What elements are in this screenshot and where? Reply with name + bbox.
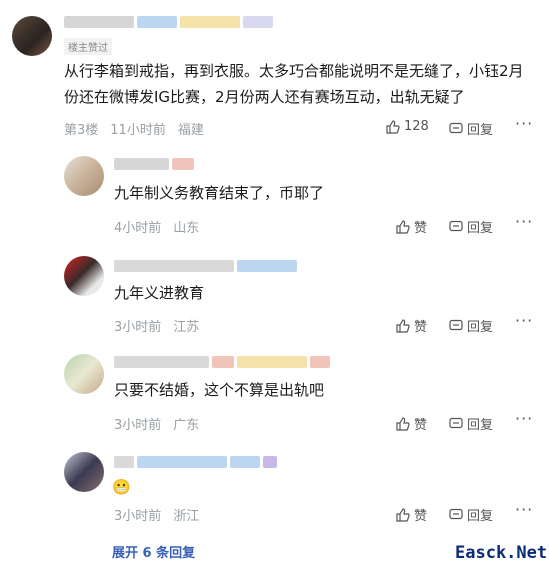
thumbs-up-icon — [396, 318, 410, 333]
reply-meta: 3小时前 江苏 — [114, 316, 199, 335]
username-main[interactable] — [64, 16, 273, 28]
expand-replies-link[interactable]: 展开 6 条回复 — [112, 542, 195, 561]
comment-text-main: 从行李箱到戒指，再到衣服。太多巧合都能说明不是无缝了，小钰2月 份还在微博发IG… — [64, 58, 544, 110]
reply-icon — [449, 417, 463, 431]
reply-meta: 3小时前 广东 — [114, 414, 199, 433]
reply-button[interactable]: 回复 — [449, 505, 493, 524]
floor-number: 第3楼 — [64, 123, 99, 138]
time: 3小时前 — [114, 509, 162, 524]
time: 4小时前 — [114, 221, 162, 236]
reply-meta: 3小时前 浙江 — [114, 505, 199, 524]
thumbs-up-icon — [396, 219, 410, 234]
like-count: 128 — [404, 119, 429, 134]
like-button[interactable]: 赞 — [396, 316, 427, 335]
thumbs-up-icon — [386, 119, 400, 134]
like-button[interactable]: 赞 — [396, 217, 427, 236]
author-liked-badge: 楼主赞过 — [64, 38, 112, 55]
location: 福建 — [177, 123, 204, 138]
more-icon[interactable]: ··· — [515, 114, 533, 133]
thumbs-up-icon — [396, 507, 410, 522]
like-label: 赞 — [414, 221, 428, 236]
reply-icon — [449, 508, 463, 522]
avatar-reply[interactable] — [64, 354, 104, 394]
reply-text: 九年制义务教育结束了，币耶了 — [114, 184, 325, 202]
reply-meta: 4小时前 山东 — [114, 217, 199, 236]
thumbs-up-icon — [396, 416, 410, 431]
like-label: 赞 — [414, 509, 428, 524]
comment-meta-main: 第3楼 11小时前 福建 — [64, 119, 204, 138]
reply-label: 回复 — [467, 221, 494, 236]
comment-text-line: 从行李箱到戒指，再到衣服。太多巧合都能说明不是无缝了，小钰2月 — [64, 62, 524, 80]
reply-icon — [449, 220, 463, 234]
time: 3小时前 — [114, 418, 162, 433]
like-button[interactable]: 赞 — [396, 505, 427, 524]
reply-button[interactable]: 回复 — [449, 217, 493, 236]
avatar-reply[interactable] — [64, 256, 104, 296]
reply-label: 回复 — [467, 123, 494, 138]
more-icon[interactable]: ··· — [515, 500, 533, 519]
reply-text: 只要不结婚，这个不算是出轨吧 — [114, 381, 325, 399]
reply-button[interactable]: 回复 — [449, 119, 493, 138]
username-reply[interactable] — [114, 260, 297, 272]
avatar-main[interactable] — [12, 16, 52, 56]
reply-label: 回复 — [467, 418, 494, 433]
reply-label: 回复 — [467, 320, 494, 335]
reply-icon — [449, 122, 463, 136]
comment-text-line: 份还在微博发IG比赛，2月份两人还有赛场互动，出轨无疑了 — [64, 88, 465, 106]
location: 广东 — [173, 418, 200, 433]
more-icon[interactable]: ··· — [515, 311, 533, 330]
location: 浙江 — [173, 509, 200, 524]
avatar-reply[interactable] — [64, 452, 104, 492]
reply-text: 😬 — [112, 478, 131, 496]
username-reply[interactable] — [114, 456, 277, 468]
reply-icon — [449, 319, 463, 333]
reply-button[interactable]: 回复 — [449, 414, 493, 433]
reply-text: 九年义进教育 — [114, 284, 205, 302]
avatar-reply[interactable] — [64, 156, 104, 196]
location: 山东 — [173, 221, 200, 236]
reply-label: 回复 — [467, 509, 494, 524]
like-button[interactable]: 128 — [386, 119, 429, 134]
like-label: 赞 — [414, 320, 428, 335]
more-icon[interactable]: ··· — [515, 212, 533, 231]
username-reply[interactable] — [114, 356, 330, 368]
more-icon[interactable]: ··· — [515, 409, 533, 428]
time: 3小时前 — [114, 320, 162, 335]
watermark: Easck.Net — [455, 543, 548, 563]
location: 江苏 — [173, 320, 200, 335]
reply-button[interactable]: 回复 — [449, 316, 493, 335]
like-label: 赞 — [414, 418, 428, 433]
time: 11小时前 — [110, 123, 166, 138]
like-button[interactable]: 赞 — [396, 414, 427, 433]
username-reply[interactable] — [114, 158, 194, 170]
